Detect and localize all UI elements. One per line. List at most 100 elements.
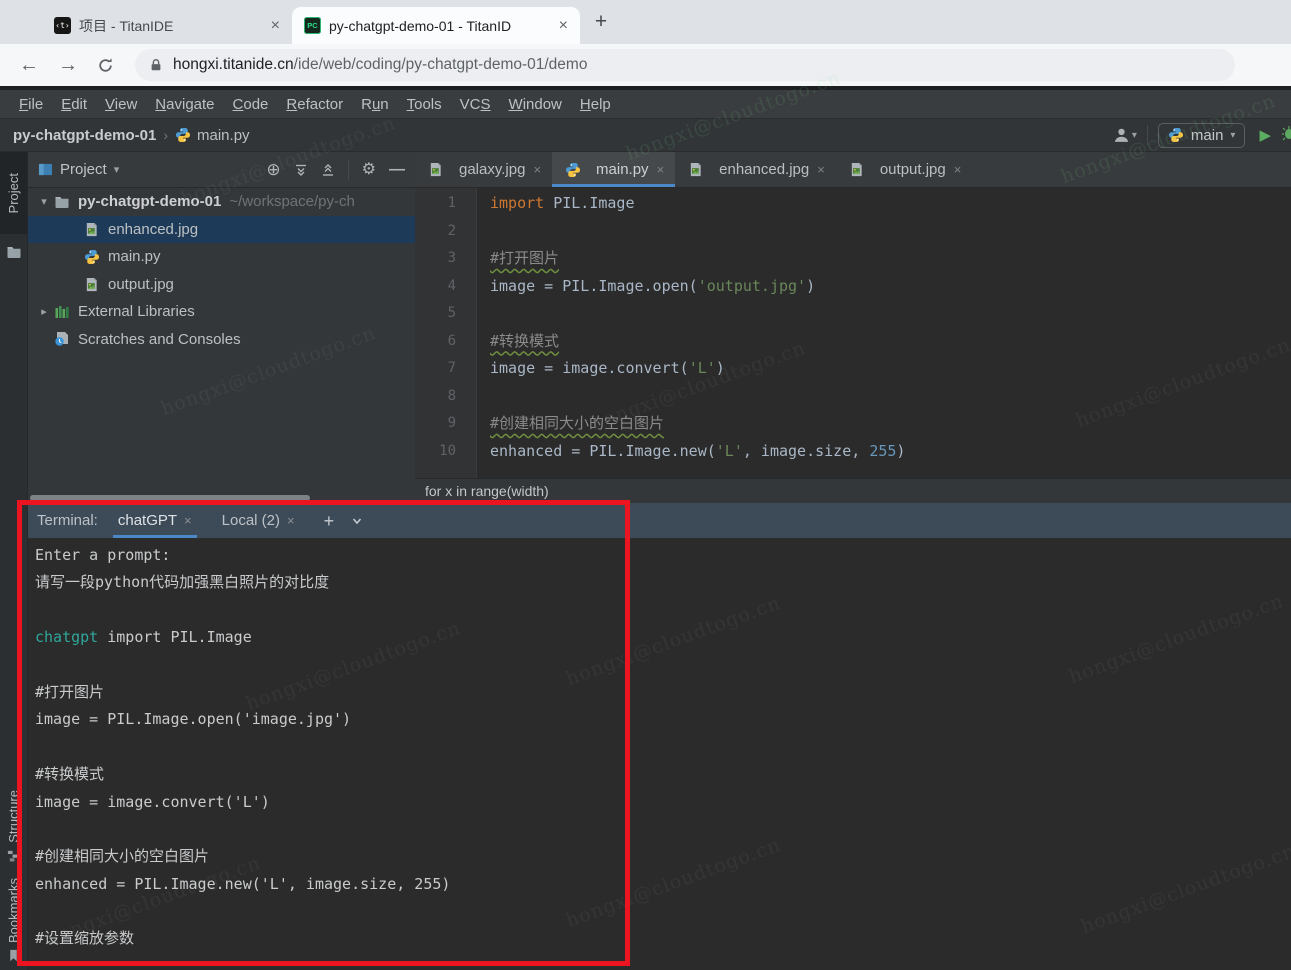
run-button[interactable]: ▶: [1259, 126, 1271, 144]
close-tab-icon[interactable]: ×: [817, 162, 825, 177]
terminal-line: image = image.convert('L'): [35, 789, 1291, 816]
line-number: 1: [415, 190, 456, 218]
code-token: 'L': [689, 359, 716, 377]
terminal-output[interactable]: Enter a prompt:请写一段python代码加强黑白照片的对比度cha…: [28, 538, 1291, 970]
terminal-line: [35, 597, 1291, 624]
tree-item[interactable]: Scratches and Consoles: [28, 326, 415, 354]
user-menu-button[interactable]: ▾: [1113, 127, 1137, 144]
project-panel-header: Project ▾ ⊕ ⚙ —: [28, 152, 415, 188]
code-token: PIL.Image: [544, 194, 634, 212]
browser-tab[interactable]: ‹t›项目 - TitanIDE×: [42, 7, 292, 44]
menu-item-refactor[interactable]: Refactor: [277, 93, 352, 116]
breadcrumb-project[interactable]: py-chatgpt-demo-01: [13, 127, 156, 144]
tree-item[interactable]: ▾py-chatgpt-demo-01~/workspace/py-ch: [28, 188, 415, 216]
chevron-down-icon[interactable]: [351, 515, 363, 527]
browser-window: ‹t›项目 - TitanIDE×PCpy-chatgpt-demo-01 - …: [0, 0, 1291, 970]
terminal-tab-label: chatGPT: [118, 512, 177, 529]
url-domain: hongxi.titanide.cn: [173, 56, 294, 73]
code-line: image = PIL.Image.open('output.jpg'): [490, 273, 905, 301]
toolbar-divider: [1147, 125, 1148, 145]
close-tab-icon[interactable]: ×: [557, 17, 570, 35]
menu-item-run[interactable]: Run: [352, 93, 398, 116]
close-tab-icon[interactable]: ×: [657, 162, 665, 177]
tree-item[interactable]: ▸ External Libraries: [28, 298, 415, 326]
debug-button[interactable]: [1281, 125, 1291, 145]
folder-icon: [54, 193, 71, 210]
tree-item[interactable]: output.jpg: [28, 271, 415, 299]
chevron-down-icon[interactable]: ▾: [36, 195, 52, 208]
new-tab-button[interactable]: +: [586, 7, 616, 37]
user-icon: [1113, 127, 1130, 144]
horizontal-scrollbar-thumb[interactable]: [30, 495, 310, 501]
expand-all-icon[interactable]: [294, 163, 308, 177]
code-token: 'output.jpg': [698, 277, 806, 295]
stripe-button-project[interactable]: Project: [0, 152, 27, 234]
reload-icon[interactable]: [97, 57, 114, 74]
menu-item-vcs[interactable]: VCS: [451, 93, 500, 116]
chevron-down-icon: ▾: [1132, 130, 1137, 141]
close-tab-icon[interactable]: ×: [533, 162, 541, 177]
browser-tab[interactable]: PCpy-chatgpt-demo-01 - TitanID×: [292, 7, 580, 44]
menu-item-edit[interactable]: Edit: [52, 93, 96, 116]
libraries-icon: [54, 303, 71, 320]
project-panel-title: Project: [60, 161, 107, 178]
terminal-line: Enter a prompt:: [35, 542, 1291, 569]
menu-item-code[interactable]: Code: [224, 93, 278, 116]
hide-panel-icon[interactable]: —: [389, 162, 405, 178]
code-line: enhanced = PIL.Image.new('L', image.size…: [490, 438, 905, 466]
menu-item-navigate[interactable]: Navigate: [146, 93, 223, 116]
menu-item-help[interactable]: Help: [571, 93, 620, 116]
new-terminal-icon[interactable]: +: [324, 512, 335, 530]
run-config-select[interactable]: main ▾: [1158, 123, 1246, 148]
editor-tab-output-jpg[interactable]: output.jpg×: [836, 152, 972, 187]
menu-item-view[interactable]: View: [96, 93, 146, 116]
chevron-right-icon[interactable]: ▸: [36, 305, 52, 318]
line-number: 8: [415, 383, 456, 411]
tool-window-stripe-left: Project Structure Bookmarks: [0, 152, 28, 970]
project-panel-dropdown[interactable]: Project ▾: [38, 161, 119, 178]
lock-icon: [149, 58, 163, 72]
terminal-tab-chatGPT[interactable]: chatGPT ×: [111, 503, 199, 538]
close-tab-icon[interactable]: ×: [269, 17, 282, 35]
terminal-token: 请写一段python代码加强黑白照片的对比度: [35, 573, 329, 591]
editor-tab-enhanced-jpg[interactable]: enhanced.jpg×: [675, 152, 836, 187]
code-token: #打开图片: [490, 249, 559, 267]
url-omnibox[interactable]: hongxi.titanide.cn/ide/web/coding/py-cha…: [135, 49, 1235, 81]
terminal-token: image = image.convert('L'): [35, 793, 270, 811]
code-token: #创建相同大小的空白图片: [490, 414, 664, 432]
close-terminal-tab-icon[interactable]: ×: [287, 513, 295, 528]
tree-item[interactable]: main.py: [28, 243, 415, 271]
collapse-all-icon[interactable]: [321, 163, 335, 177]
menu-item-window[interactable]: Window: [500, 93, 571, 116]
folder-icon[interactable]: [0, 244, 27, 260]
terminal-tab-Local--2-[interactable]: Local (2)×: [215, 503, 302, 538]
menu-item-file[interactable]: File: [10, 93, 52, 116]
ide-menubar: FileEditViewNavigateCodeRefactorRunTools…: [0, 90, 1291, 118]
forward-icon[interactable]: →: [58, 55, 78, 75]
menu-item-tools[interactable]: Tools: [398, 93, 451, 116]
terminal-label: Terminal:: [37, 512, 98, 529]
line-number: 2: [415, 218, 456, 246]
tree-item-label: enhanced.jpg: [108, 221, 198, 238]
tree-item[interactable]: enhanced.jpg: [28, 216, 415, 244]
terminal-line: [35, 652, 1291, 679]
close-terminal-tab-icon[interactable]: ×: [184, 513, 192, 528]
settings-gear-icon[interactable]: ⚙: [362, 162, 376, 178]
editor-tab-galaxy-jpg[interactable]: galaxy.jpg×: [415, 152, 552, 187]
locate-icon[interactable]: ⊕: [266, 161, 280, 178]
pycharm-favicon: PC: [304, 17, 321, 34]
code-line: [490, 383, 905, 411]
tree-item-label: External Libraries: [78, 303, 195, 320]
stripe-button-bookmarks[interactable]: Bookmarks: [6, 878, 21, 962]
code-line: image = image.convert('L'): [490, 355, 905, 383]
editor-tab-main-py[interactable]: main.py×: [552, 152, 675, 187]
image-icon: [84, 221, 101, 238]
back-icon[interactable]: ←: [19, 55, 39, 75]
close-tab-icon[interactable]: ×: [954, 162, 962, 177]
stripe-label-structure: Structure: [6, 790, 21, 843]
code-editor[interactable]: 12345678910 import PIL.Image#打开图片image =…: [415, 188, 1291, 478]
browser-tab-title: 项目 - TitanIDE: [79, 16, 261, 36]
breadcrumb-file[interactable]: main.py: [197, 127, 250, 144]
browser-tabstrip: ‹t›项目 - TitanIDE×PCpy-chatgpt-demo-01 - …: [0, 0, 1291, 44]
stripe-button-structure[interactable]: Structure: [6, 790, 21, 862]
